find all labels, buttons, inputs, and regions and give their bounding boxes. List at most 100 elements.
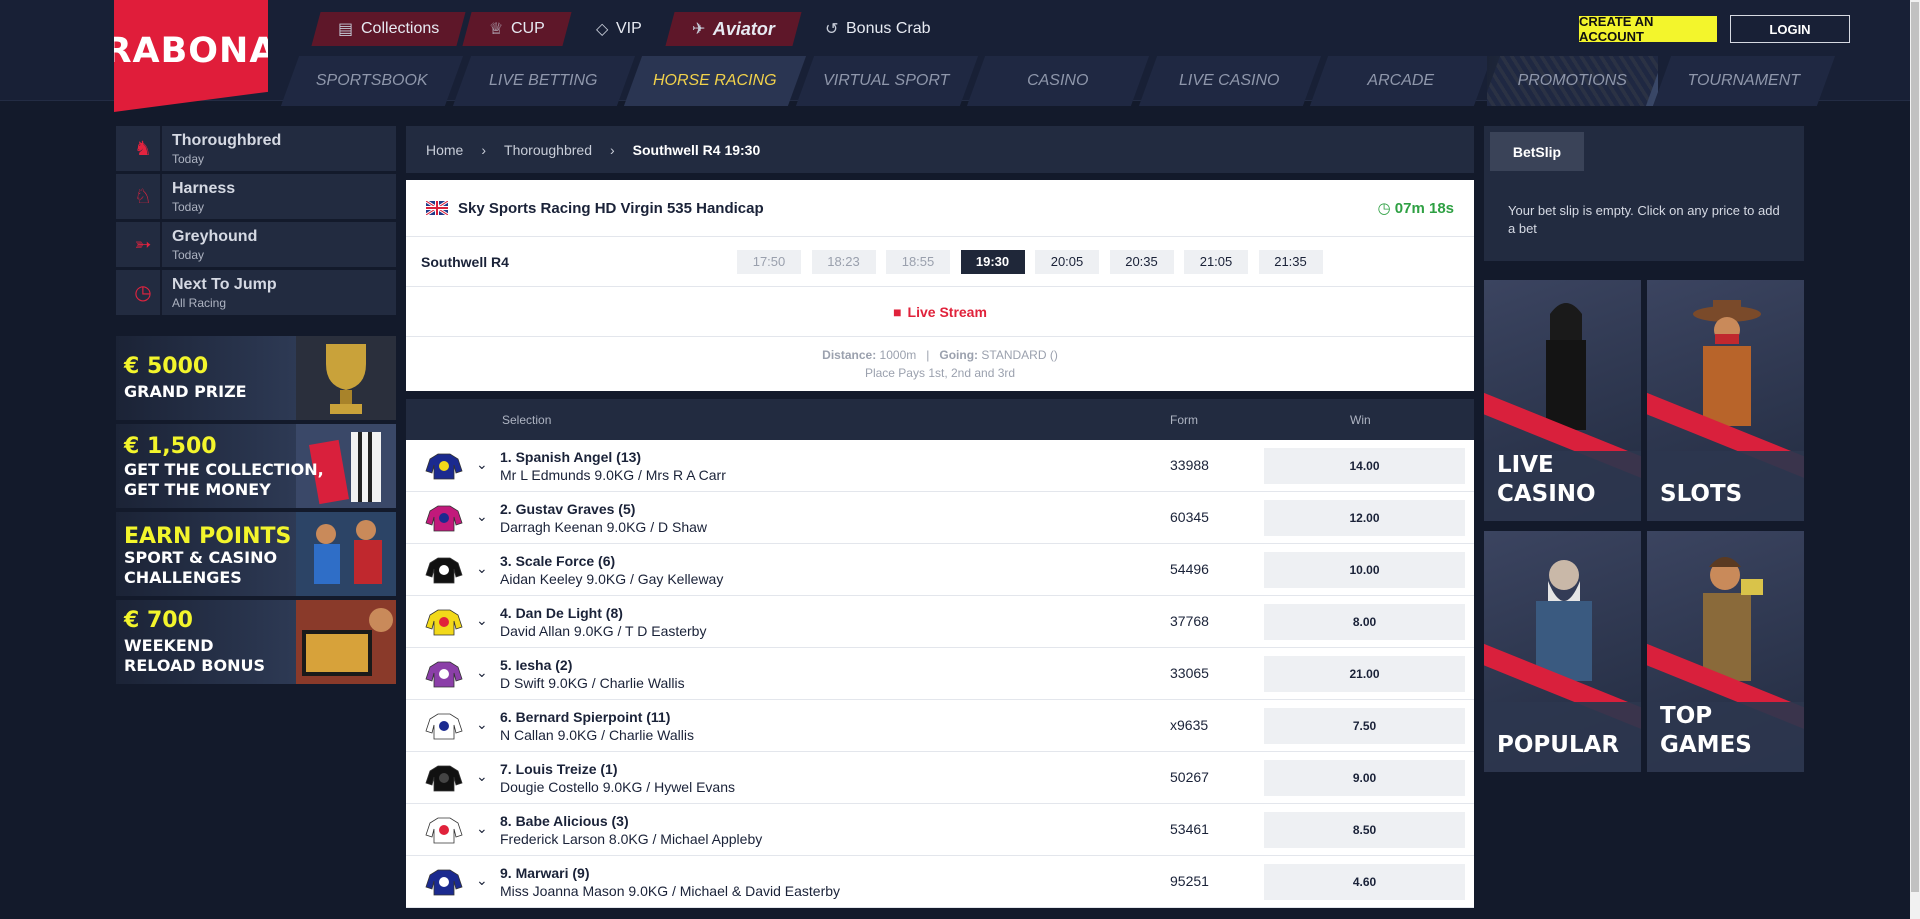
nav-tournament[interactable]: TOURNAMENT [1652, 56, 1835, 106]
chevron-right-icon: › [481, 141, 487, 158]
sidebar-item-sub: Today [172, 247, 205, 262]
nav-live-casino[interactable]: LIVE CASINO [1138, 56, 1321, 106]
topnav-label: Bonus Crab [846, 20, 931, 37]
betslip-empty-message: Your bet slip is empty. Click on any pri… [1508, 203, 1780, 236]
topnav-bonus-crab[interactable]: ↺ Bonus Crab [798, 12, 957, 46]
win-price-button[interactable]: 8.00 [1264, 604, 1465, 640]
chevron-down-icon[interactable]: ⌄ [476, 664, 488, 681]
tile-slots[interactable]: SLOTS [1647, 280, 1804, 521]
runner-name: 8. Babe Alicious (3) [500, 813, 629, 829]
promo-grand-prize[interactable]: € 5000 GRAND PRIZE [116, 336, 396, 420]
topnav-label: CUP [511, 20, 546, 37]
jockey-silk-icon [425, 817, 463, 844]
tile-label-line: POPULAR [1497, 732, 1620, 758]
sidebar-item-title: Harness [172, 179, 236, 197]
tile-popular[interactable]: POPULAR [1484, 531, 1641, 772]
race-time-chip[interactable]: 18:55 [886, 249, 950, 274]
nav-sportsbook[interactable]: SPORTSBOOK [280, 56, 463, 106]
promo-earn-points[interactable]: EARN POINTS SPORT & CASINO CHALLENGES [116, 512, 396, 596]
runner-name: 3. Scale Force (6) [500, 553, 616, 569]
tile-label-line: SLOTS [1660, 481, 1743, 507]
race-header: Sky Sports Racing HD Virgin 535 Handicap… [406, 180, 1474, 391]
tile-label: LIVE CASINO [1497, 451, 1596, 509]
promo-line: GET THE MONEY [124, 480, 271, 499]
nav-horse-racing[interactable]: HORSE RACING [623, 56, 806, 106]
chevron-down-icon[interactable]: ⌄ [476, 872, 488, 889]
win-price-button[interactable]: 12.00 [1264, 500, 1465, 536]
breadcrumb-home[interactable]: Home [426, 142, 463, 158]
promo-headline: € 700 [124, 608, 193, 633]
tile-live-casino[interactable]: LIVE CASINO [1484, 280, 1641, 521]
topnav-aviator[interactable]: ✈ Aviator [665, 12, 802, 46]
topnav-label: VIP [615, 20, 642, 37]
runner-name: 2. Gustav Graves (5) [500, 501, 636, 517]
race-time-chip[interactable]: 19:30 [960, 249, 1025, 274]
nav-virtual-sport[interactable]: VIRTUAL SPORT [795, 56, 978, 106]
nav-live-betting[interactable]: LIVE BETTING [452, 56, 635, 106]
chevron-down-icon[interactable]: ⌄ [476, 716, 488, 733]
topnav-vip[interactable]: ◇ VIP [569, 12, 668, 46]
nav-casino[interactable]: CASINO [966, 56, 1149, 106]
create-account-button[interactable]: CREATE AN ACCOUNT [1579, 14, 1717, 44]
win-price-button[interactable]: 10.00 [1264, 552, 1465, 588]
race-time-chip[interactable]: 21:35 [1258, 249, 1323, 274]
sidebar-item-thoroughbred[interactable]: ♞ Thoroughbred Today [116, 126, 396, 171]
table-row: ⌄ 2. Gustav Graves (5) Darragh Keenan 9.0K… [406, 492, 1474, 544]
runner-form: 50267 [1170, 769, 1209, 785]
promo-headline: € 5000 [124, 354, 209, 379]
chevron-down-icon[interactable]: ⌄ [476, 612, 488, 629]
promo-line: WEEKEND [124, 636, 214, 655]
race-time-chip[interactable]: 18:23 [811, 249, 876, 274]
promo-reload-bonus[interactable]: € 700 WEEKEND RELOAD BONUS [116, 600, 396, 684]
win-price-button[interactable]: 9.00 [1264, 760, 1465, 796]
distance-value: 1000m [879, 348, 917, 362]
trophy-art [296, 336, 396, 420]
nav-arcade[interactable]: ARCADE [1309, 56, 1492, 106]
sidebar-item-next-to-jump[interactable]: ◷ Next To Jump All Racing [116, 270, 396, 315]
jockey-silk-icon [425, 765, 463, 792]
runner-name: 1. Spanish Angel (13) [500, 449, 642, 465]
breadcrumb-current: Southwell R4 19:30 [632, 141, 761, 158]
win-price-button[interactable]: 14.00 [1264, 448, 1465, 484]
tile-top-games[interactable]: TOP GAMES [1647, 531, 1804, 772]
claw-icon: ↺ [825, 21, 839, 38]
sidebar-item-sub: Today [172, 199, 205, 214]
sidebar-item-greyhound[interactable]: ➳ Greyhound Today [116, 222, 396, 267]
runners-table: Selection Form Win ⌄ 1. Spanish Angel (13… [406, 399, 1474, 908]
sidebar-item-title: Thoroughbred [172, 131, 282, 149]
win-price-button[interactable]: 21.00 [1264, 656, 1465, 692]
runner-name: 5. Iesha (2) [500, 657, 573, 673]
chevron-down-icon[interactable]: ⌄ [476, 456, 488, 473]
topnav-cup[interactable]: ♕ CUP [462, 12, 573, 46]
promo-line: RELOAD BONUS [124, 656, 265, 675]
chevron-down-icon[interactable]: ⌄ [476, 820, 488, 837]
live-stream-link[interactable]: ■ Live Stream [406, 287, 1474, 337]
race-title-row: Sky Sports Racing HD Virgin 535 Handicap… [406, 180, 1474, 237]
nav-promotions[interactable]: PROMOTIONS [1486, 56, 1658, 106]
win-price-button[interactable]: 4.60 [1264, 864, 1465, 900]
breadcrumb-thoroughbred[interactable]: Thoroughbred [504, 142, 592, 158]
sidebar-item-harness[interactable]: ♘ Harness Today [116, 174, 396, 219]
race-time-chip[interactable]: 21:05 [1184, 249, 1248, 274]
header-selection: Selection [502, 412, 552, 427]
race-time-chip[interactable]: 17:50 [737, 249, 801, 274]
race-time-chip[interactable]: 20:05 [1035, 249, 1099, 274]
header-form: Form [1170, 412, 1198, 427]
chevron-down-icon[interactable]: ⌄ [476, 560, 488, 577]
login-button[interactable]: LOGIN [1730, 15, 1850, 43]
win-price-button[interactable]: 7.50 [1264, 708, 1465, 744]
jockey-silk-icon [425, 609, 463, 636]
chevron-down-icon[interactable]: ⌄ [476, 508, 488, 525]
race-time-chip[interactable]: 20:35 [1109, 249, 1174, 274]
win-price-button[interactable]: 8.50 [1264, 812, 1465, 848]
promo-headline: EARN POINTS [124, 524, 292, 549]
sidebar-item-title: Greyhound [172, 227, 258, 245]
page-scrollbar[interactable] [1910, 0, 1920, 919]
chevron-down-icon[interactable]: ⌄ [476, 768, 488, 785]
topnav-collections[interactable]: ▤ Collections [311, 12, 466, 46]
runner-jockey-trainer: Darragh Keenan 9.0KG / D Shaw [500, 519, 708, 535]
tile-label-line: CASINO [1497, 481, 1596, 507]
scrollbar-thumb[interactable] [1911, 2, 1919, 892]
promo-collection[interactable]: € 1,500 GET THE COLLECTION, GET THE MONE… [116, 424, 396, 508]
betslip-tab[interactable]: BetSlip [1490, 132, 1584, 171]
